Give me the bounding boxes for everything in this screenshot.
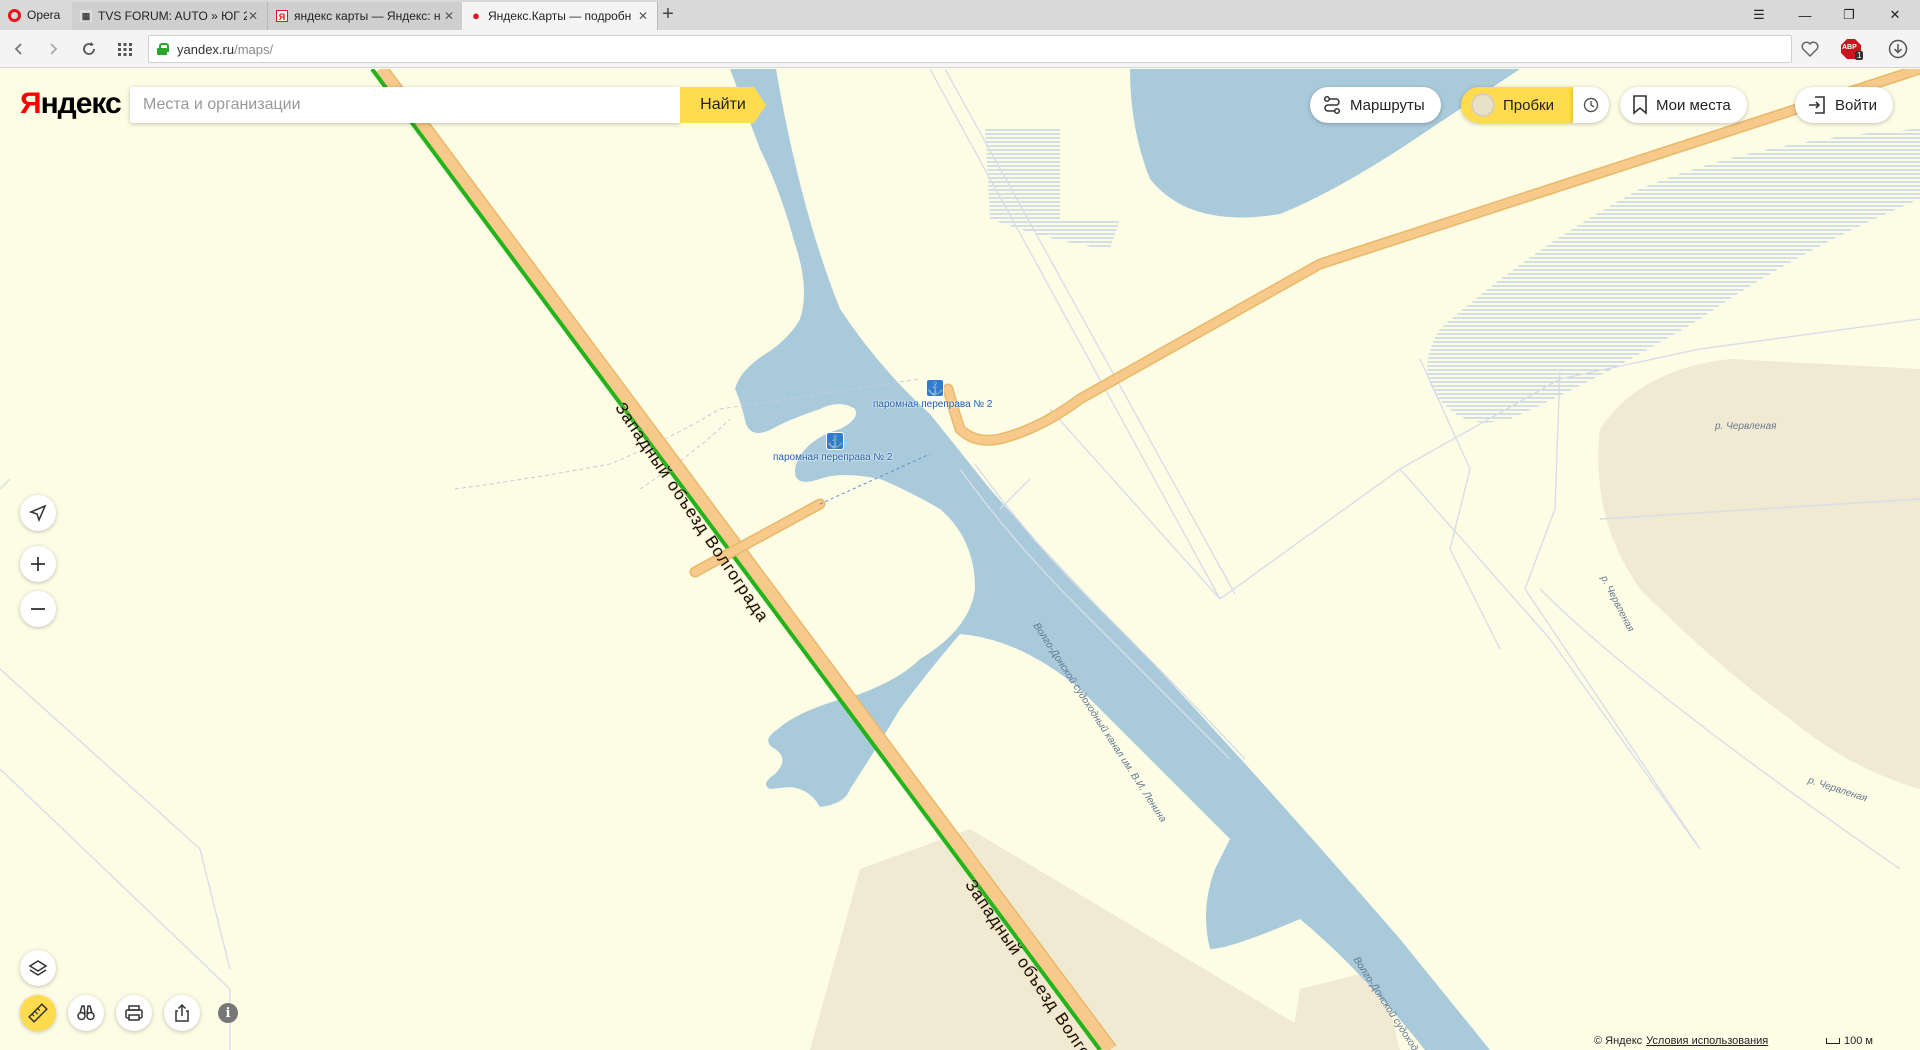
browser-tab-forum[interactable]: ▦ TVS FORUM: AUTO » ЮГ 2 ✕: [72, 2, 268, 30]
copyright: © Яндекс Условия использования: [1594, 1035, 1768, 1047]
copyright-text: © Яндекс: [1594, 1035, 1643, 1047]
traffic-label: Пробки: [1503, 96, 1554, 114]
my-places-label: Мои места: [1656, 96, 1731, 114]
restore-button[interactable]: ❐: [1826, 0, 1872, 30]
panorama-button[interactable]: [68, 995, 104, 1031]
tab-title: TVS FORUM: AUTO » ЮГ 2: [98, 9, 247, 23]
speed-dial-button[interactable]: [112, 36, 138, 62]
url-host: yandex.ru: [177, 41, 235, 57]
tab-menu-icon[interactable]: ☰: [1736, 0, 1782, 30]
lock-icon: [157, 43, 169, 55]
ruler-button[interactable]: [20, 995, 56, 1031]
zoom-in-button[interactable]: [20, 546, 56, 582]
routes-label: Маршруты: [1350, 96, 1425, 114]
bookmark-heart-button[interactable]: [1797, 36, 1823, 62]
yandex-logo[interactable]: Яндекс: [20, 87, 122, 121]
tab-title: яндекс карты — Яндекс: н: [294, 9, 441, 23]
scale-bar: [1826, 1038, 1840, 1044]
marsh-area-1: [985, 129, 1120, 249]
login-label: Войти: [1835, 96, 1877, 114]
reload-button[interactable]: [76, 36, 102, 62]
layers-button[interactable]: [20, 950, 56, 986]
browser-tab-yandex-search[interactable]: Я яндекс карты — Яндекс: н ✕: [268, 2, 464, 30]
close-window-button[interactable]: ✕: [1872, 0, 1918, 30]
location-arrow-icon: [29, 504, 47, 522]
geolocation-button[interactable]: [20, 495, 56, 531]
forum-favicon-icon: ▦: [80, 10, 92, 22]
search-input[interactable]: [143, 96, 680, 114]
reload-icon: [83, 42, 95, 55]
map-scale: 100 м: [1826, 1035, 1873, 1047]
printer-icon: [125, 1005, 143, 1021]
url-field[interactable]: yandex.ru/maps/: [148, 35, 1792, 63]
adblock-badge: ABP: [1842, 44, 1857, 51]
ferry-label-east[interactable]: паромная переправа № 2: [873, 399, 993, 410]
chevron-right-icon: [50, 43, 58, 55]
traffic-light-icon: [1471, 93, 1495, 117]
chevron-left-icon: [14, 43, 22, 55]
map-graphics: [0, 69, 1920, 1050]
forward-button[interactable]: [40, 36, 66, 62]
traffic-forecast-button[interactable]: [1573, 87, 1609, 123]
ferry-label-west[interactable]: паромная переправа № 2: [773, 452, 893, 463]
anchor-icon[interactable]: ⚓: [826, 432, 844, 450]
routes-icon: [1323, 95, 1341, 115]
print-button[interactable]: [116, 995, 152, 1031]
yandex-favicon-icon: Я: [276, 10, 288, 22]
bookmark-icon: [1633, 95, 1647, 115]
search-button[interactable]: Найти: [680, 87, 766, 123]
clock-icon: [1583, 97, 1599, 113]
canal-water: [730, 69, 1490, 1050]
opera-menu-button[interactable]: Opera: [0, 0, 72, 30]
traffic-button[interactable]: Пробки: [1461, 87, 1573, 123]
adblock-count: 1: [1855, 51, 1864, 60]
login-button[interactable]: Войти: [1795, 87, 1893, 123]
anchor-icon[interactable]: ⚓: [926, 379, 944, 397]
minimize-button[interactable]: —: [1782, 0, 1828, 30]
scale-label: 100 м: [1844, 1035, 1873, 1047]
routes-button[interactable]: Маршруты: [1310, 87, 1441, 123]
zoom-out-button[interactable]: [20, 591, 56, 627]
address-bar-row: yandex.ru/maps/ ABP 1: [0, 30, 1920, 68]
ruler-icon: [28, 1003, 48, 1023]
new-tab-button[interactable]: +: [657, 4, 679, 26]
browser-tab-yandex-maps[interactable]: ● Яндекс.Карты — подробн ✕: [462, 2, 658, 30]
browser-tab-bar: Opera ▦ TVS FORUM: AUTO » ЮГ 2 ✕ Я яндек…: [0, 0, 1920, 30]
url-path: /maps/: [234, 41, 274, 57]
map-canvas[interactable]: ⚓ паромная переправа № 2 ⚓ паромная пере…: [0, 69, 1920, 1050]
close-icon[interactable]: ✕: [637, 9, 649, 23]
opera-menu-label: Opera: [27, 8, 61, 22]
download-icon: [1888, 39, 1908, 59]
binoculars-icon: [77, 1005, 95, 1021]
login-icon: [1809, 96, 1825, 114]
adblock-button[interactable]: ABP 1: [1838, 36, 1864, 62]
share-icon: [175, 1003, 189, 1022]
map-pin-favicon-icon: ●: [472, 8, 480, 23]
opera-logo-icon: [8, 8, 21, 22]
heart-icon: [1801, 41, 1819, 57]
grid-icon: [118, 43, 132, 56]
back-button[interactable]: [6, 36, 32, 62]
close-icon[interactable]: ✕: [247, 9, 259, 23]
my-places-button[interactable]: Мои места: [1620, 87, 1747, 123]
downloads-button[interactable]: [1885, 36, 1911, 62]
info-icon[interactable]: i: [218, 1003, 238, 1023]
share-button[interactable]: [164, 995, 200, 1031]
tab-title: Яндекс.Карты — подробн: [488, 9, 632, 23]
search-box[interactable]: [130, 87, 680, 123]
river-label-1: р. Червленая: [1715, 421, 1777, 432]
plus-icon: [31, 557, 45, 571]
terms-link[interactable]: Условия использования: [1646, 1035, 1768, 1047]
close-icon[interactable]: ✕: [443, 9, 455, 23]
layers-icon: [28, 960, 48, 976]
minus-icon: [31, 608, 45, 610]
